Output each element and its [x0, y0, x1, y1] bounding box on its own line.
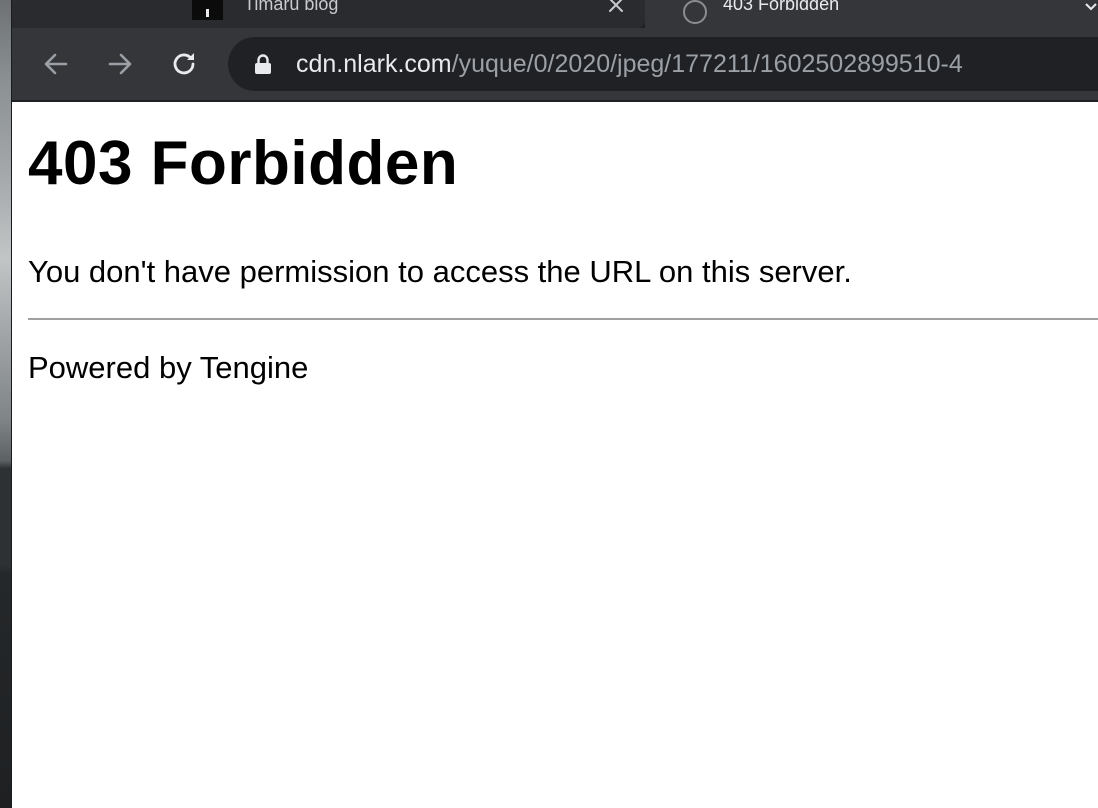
tab-title: 403 Forbidden	[723, 0, 840, 14]
screen: Timaru blog 403 Forbidden cdn.nlark.com/…	[0, 0, 1098, 808]
address-bar[interactable]: cdn.nlark.com/yuque/0/2020/jpeg/177211/1…	[228, 37, 1098, 91]
globe-icon	[683, 0, 707, 24]
page-content: 403 Forbidden You don't have permission …	[12, 102, 1098, 808]
tab-403-forbidden[interactable]: 403 Forbidden	[645, 0, 1098, 28]
arrow-right-icon	[108, 53, 132, 75]
tab-timaru-blog[interactable]: Timaru blog	[12, 0, 645, 28]
reload-button[interactable]	[166, 46, 202, 82]
browser-toolbar: cdn.nlark.com/yuque/0/2020/jpeg/177211/1…	[12, 28, 1098, 100]
divider	[28, 318, 1098, 320]
tab-title: Timaru blog	[244, 0, 339, 14]
chevron-down-icon[interactable]	[1084, 0, 1098, 14]
tab-close-icon[interactable]	[607, 0, 625, 14]
error-message: You don't have permission to access the …	[28, 254, 852, 289]
desktop-background-edge	[0, 0, 12, 808]
timaru-favicon-icon	[192, 0, 223, 20]
url-text[interactable]: cdn.nlark.com/yuque/0/2020/jpeg/177211/1…	[296, 50, 963, 79]
url-host: cdn.nlark.com	[296, 50, 452, 78]
url-path: /yuque/0/2020/jpeg/177211/1602502899510-…	[451, 50, 963, 78]
server-signature: Powered by Tengine	[28, 350, 309, 385]
page-title: 403 Forbidden	[28, 129, 459, 198]
arrow-left-icon	[44, 53, 68, 75]
tab-strip: Timaru blog 403 Forbidden	[12, 0, 1098, 28]
lock-icon[interactable]	[254, 54, 272, 74]
forward-button[interactable]	[102, 46, 138, 82]
back-button[interactable]	[38, 46, 74, 82]
reload-icon	[173, 53, 195, 75]
